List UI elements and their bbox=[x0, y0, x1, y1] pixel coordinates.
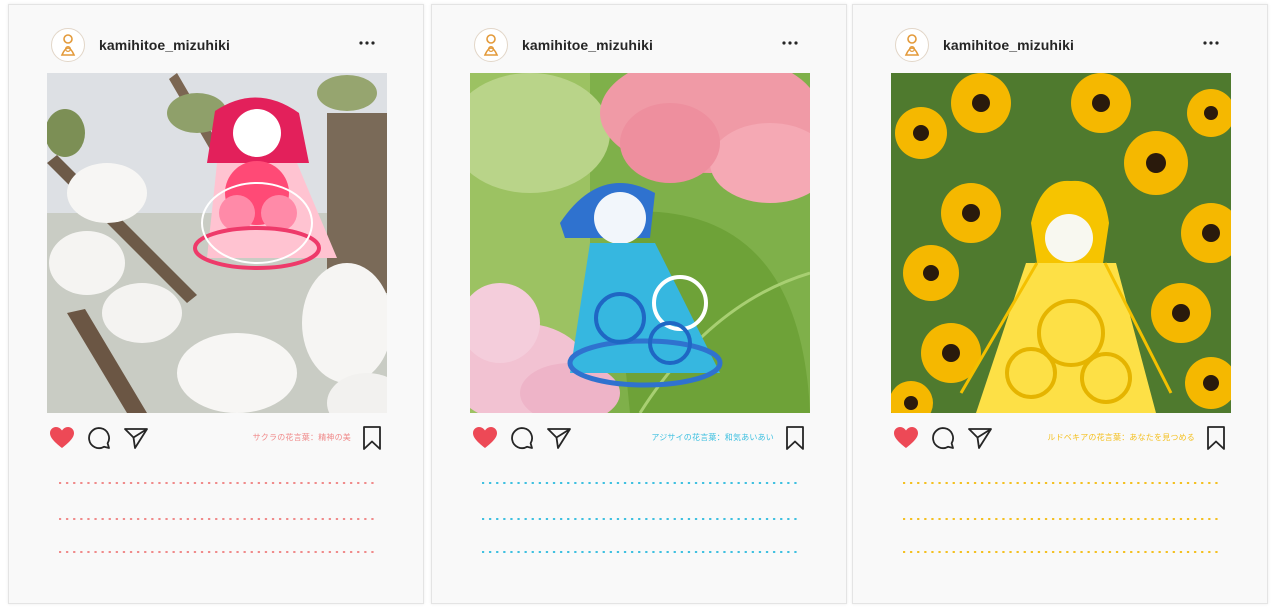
dotted-line bbox=[59, 482, 375, 484]
post-caption: サクラの花言葉：精神の美 bbox=[252, 433, 351, 442]
post-actions: アジサイの花言葉：和気あいあい bbox=[432, 425, 846, 455]
post-caption: アジサイの花言葉：和気あいあい bbox=[651, 433, 774, 442]
hydrangea-mizuhiki-doll-photo bbox=[470, 73, 810, 413]
cherry-blossom-mizuhiki-doll-photo bbox=[47, 73, 387, 413]
dotted-line bbox=[482, 518, 798, 520]
username[interactable]: kamihitoe_mizuhiki bbox=[99, 37, 230, 53]
post-actions: ルドベキアの花言葉：あなたを見つめる bbox=[853, 425, 1267, 455]
post-header: kamihitoe_mizuhiki bbox=[432, 5, 846, 77]
post-card: kamihitoe_mizuhiki bbox=[8, 4, 424, 604]
more-options-icon[interactable] bbox=[780, 33, 800, 53]
comment-icon[interactable] bbox=[86, 425, 112, 451]
post-card: kamihitoe_mizuhiki bbox=[852, 4, 1268, 604]
share-icon[interactable] bbox=[123, 425, 149, 451]
bookmark-icon[interactable] bbox=[1203, 425, 1229, 451]
post-header: kamihitoe_mizuhiki bbox=[9, 5, 423, 77]
more-options-icon[interactable] bbox=[1201, 33, 1221, 53]
bookmark-icon[interactable] bbox=[359, 425, 385, 451]
dotted-line bbox=[482, 482, 798, 484]
post-caption: ルドベキアの花言葉：あなたを見つめる bbox=[1047, 433, 1195, 442]
post-header: kamihitoe_mizuhiki bbox=[853, 5, 1267, 77]
avatar[interactable] bbox=[51, 28, 85, 62]
avatar[interactable] bbox=[895, 28, 929, 62]
dotted-line bbox=[59, 551, 375, 553]
mizuhiki-doll-logo-icon bbox=[904, 34, 920, 56]
bookmark-icon[interactable] bbox=[782, 425, 808, 451]
mizuhiki-doll-logo-icon bbox=[483, 34, 499, 56]
post-actions: サクラの花言葉：精神の美 bbox=[9, 425, 423, 455]
more-options-icon[interactable] bbox=[357, 33, 377, 53]
comment-icon[interactable] bbox=[930, 425, 956, 451]
dotted-line bbox=[903, 551, 1219, 553]
dotted-line bbox=[903, 518, 1219, 520]
post-photo[interactable] bbox=[470, 73, 810, 413]
post-card: kamihitoe_mizuhiki bbox=[431, 4, 847, 604]
dotted-line bbox=[903, 482, 1219, 484]
username[interactable]: kamihitoe_mizuhiki bbox=[522, 37, 653, 53]
heart-icon[interactable] bbox=[49, 425, 75, 451]
avatar[interactable] bbox=[474, 28, 508, 62]
mizuhiki-doll-logo-icon bbox=[60, 34, 76, 56]
heart-icon[interactable] bbox=[893, 425, 919, 451]
post-photo[interactable] bbox=[47, 73, 387, 413]
rudbeckia-mizuhiki-doll-photo bbox=[891, 73, 1231, 413]
dotted-line bbox=[482, 551, 798, 553]
share-icon[interactable] bbox=[967, 425, 993, 451]
share-icon[interactable] bbox=[546, 425, 572, 451]
heart-icon[interactable] bbox=[472, 425, 498, 451]
comment-icon[interactable] bbox=[509, 425, 535, 451]
dotted-line bbox=[59, 518, 375, 520]
post-photo[interactable] bbox=[891, 73, 1231, 413]
username[interactable]: kamihitoe_mizuhiki bbox=[943, 37, 1074, 53]
